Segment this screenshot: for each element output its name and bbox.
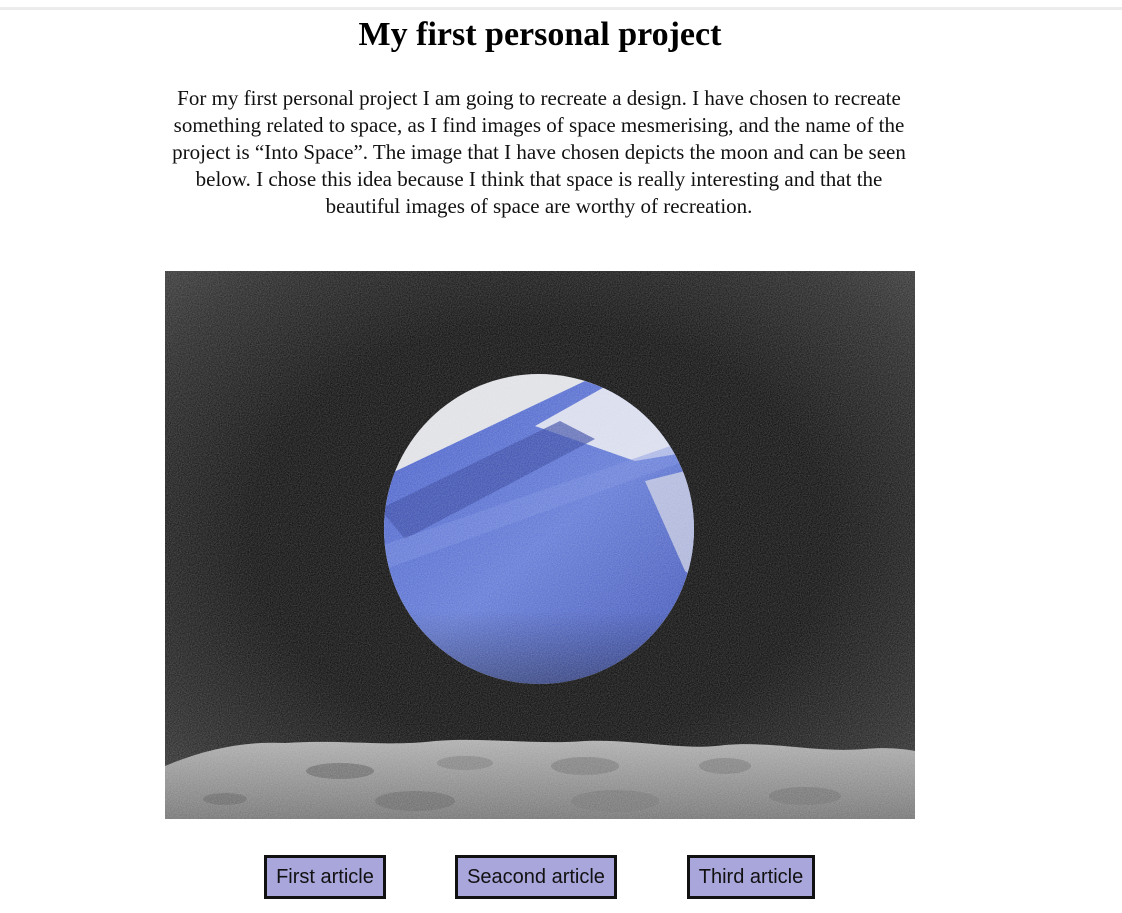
page: My first personal project For my first p… (0, 0, 1122, 913)
first-article-button[interactable]: First article (264, 855, 386, 899)
third-article-button[interactable]: Third article (687, 855, 815, 899)
intro-paragraph: For my first personal project I am going… (172, 86, 906, 218)
second-article-button[interactable]: Seacond article (455, 855, 617, 899)
hero-moon-image (165, 271, 915, 819)
page-title: My first personal project (358, 16, 722, 53)
